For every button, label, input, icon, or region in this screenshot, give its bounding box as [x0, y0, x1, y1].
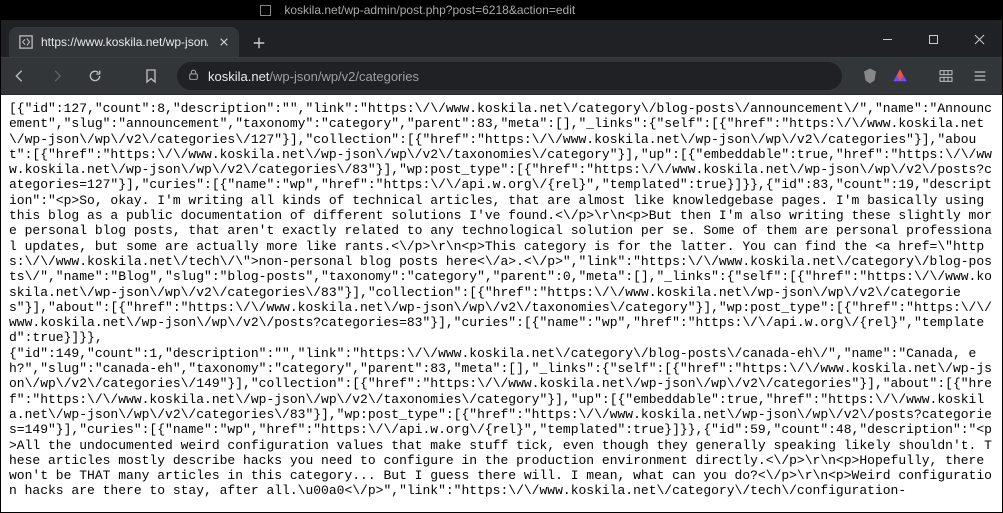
window-controls	[864, 21, 1002, 57]
menu-button[interactable]	[964, 61, 996, 91]
bookmark-button[interactable]	[135, 61, 167, 91]
address-bar: koskila.net/wp-json/wp/v2/categories	[1, 57, 1002, 95]
close-window-button[interactable]	[956, 21, 1002, 57]
brave-shields-icon[interactable]	[856, 62, 884, 90]
back-button[interactable]	[7, 61, 39, 91]
browser-tab[interactable]: https://www.koskila.net/wp-json/w	[9, 27, 239, 57]
browser-window: https://www.koskila.net/wp-json/w	[0, 0, 1003, 513]
url-text: koskila.net/wp-json/wp/v2/categories	[208, 69, 419, 84]
reload-button[interactable]	[79, 61, 111, 91]
background-window-title: koskila.net/wp-admin/post.php?post=6218&…	[284, 3, 575, 17]
window-icon	[260, 5, 271, 16]
url-path: /wp-json/wp/v2/categories	[269, 69, 419, 84]
page-content[interactable]: [{"id":127,"count":8,"description":"","l…	[1, 95, 1002, 512]
extensions-button[interactable]	[930, 61, 962, 91]
json-response-line2: {"id":149,"count":1,"description":"","li…	[9, 346, 994, 499]
minimize-button[interactable]	[864, 21, 910, 57]
url-input[interactable]: koskila.net/wp-json/wp/v2/categories	[177, 62, 842, 90]
tab-close-button[interactable]	[216, 34, 231, 50]
url-host: koskila.net	[208, 69, 269, 84]
tab-title: https://www.koskila.net/wp-json/w	[41, 35, 208, 49]
json-response-line1: [{"id":127,"count":8,"description":"","l…	[9, 101, 994, 346]
favicon-icon	[19, 35, 33, 49]
forward-button[interactable]	[43, 61, 75, 91]
maximize-button[interactable]	[910, 21, 956, 57]
brave-rewards-icon[interactable]	[886, 62, 914, 90]
background-window-titlebar: koskila.net/wp-admin/post.php?post=6218&…	[0, 0, 1003, 20]
titlebar: https://www.koskila.net/wp-json/w	[1, 21, 1002, 57]
lock-icon	[187, 68, 200, 84]
new-tab-button[interactable]	[245, 29, 273, 57]
